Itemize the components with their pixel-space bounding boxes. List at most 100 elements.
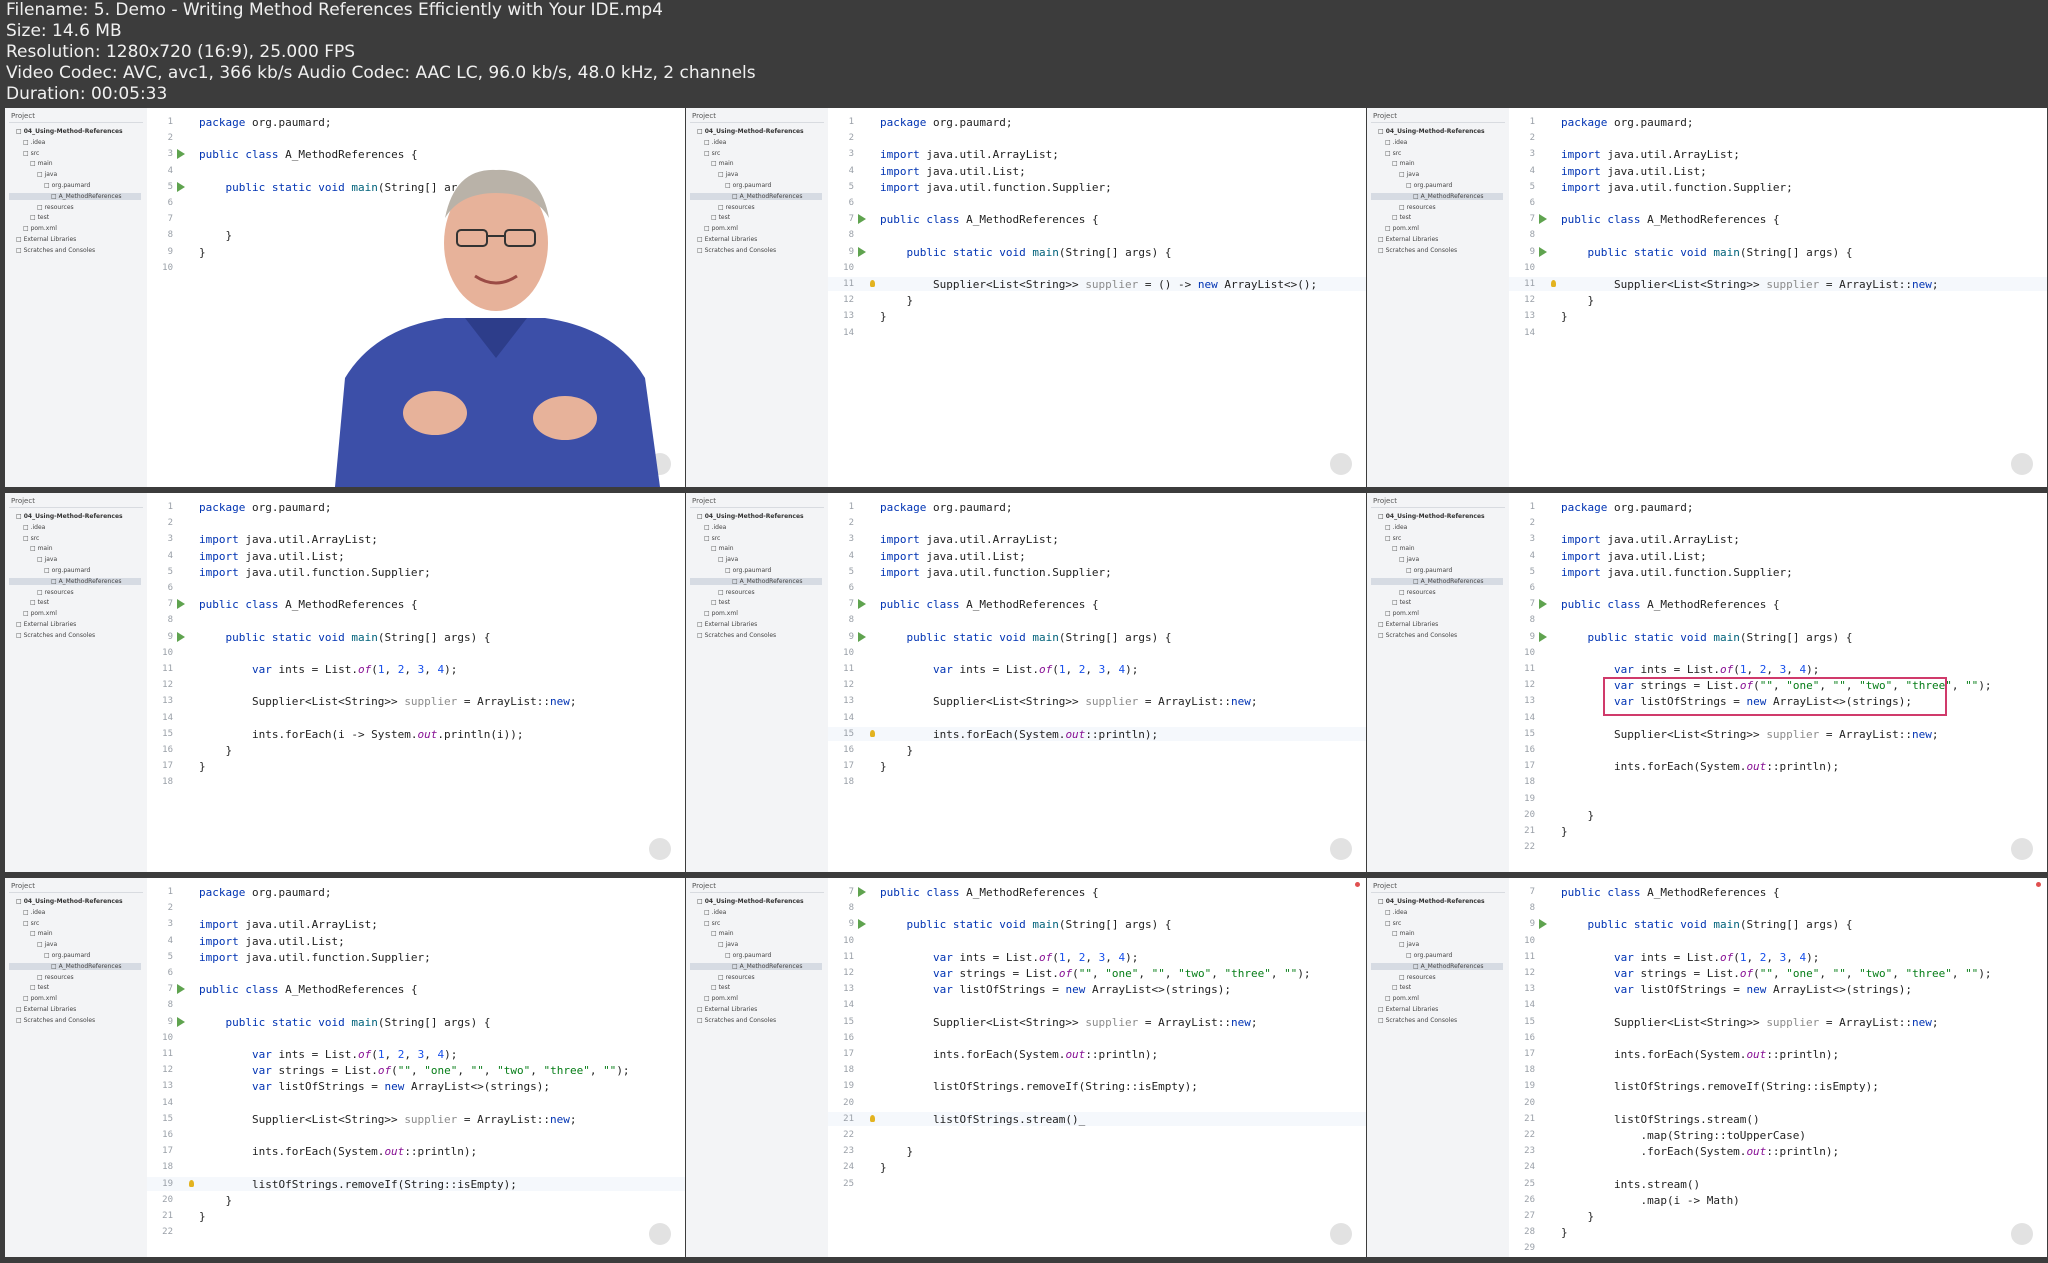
sidebar-tree-item[interactable]: □ .idea xyxy=(23,524,45,531)
sidebar-tree-item[interactable]: □ A_MethodReferences xyxy=(9,577,141,585)
run-gutter-icon[interactable] xyxy=(177,1016,185,1027)
run-gutter-icon[interactable] xyxy=(177,631,185,642)
sidebar-tree-item[interactable]: □ A_MethodReferences xyxy=(9,192,141,200)
run-gutter-icon[interactable] xyxy=(177,984,185,995)
sidebar-tree-item[interactable]: □ main xyxy=(1392,930,1415,937)
sidebar-tree-item[interactable]: □ src xyxy=(704,535,720,542)
sidebar-tree-item[interactable]: □ org.paumard xyxy=(725,182,771,189)
sidebar-tree-item[interactable]: □ src xyxy=(704,920,720,927)
sidebar-tree-item[interactable]: □ .idea xyxy=(23,909,45,916)
run-gutter-icon[interactable] xyxy=(858,214,866,225)
run-gutter-icon[interactable] xyxy=(1539,214,1547,225)
intention-bulb-icon[interactable] xyxy=(870,729,875,737)
sidebar-tree-item[interactable]: □ A_MethodReferences xyxy=(690,577,822,585)
sidebar-tree-item[interactable]: □ src xyxy=(23,535,39,542)
sidebar-tree-item[interactable]: □ test xyxy=(711,214,730,221)
run-gutter-icon[interactable] xyxy=(177,599,185,610)
sidebar-tree-item[interactable]: □ .idea xyxy=(704,909,726,916)
run-gutter-icon[interactable] xyxy=(858,887,866,897)
sidebar-tree-item[interactable]: □ src xyxy=(704,150,720,157)
sidebar-tree-item[interactable]: □ org.paumard xyxy=(1406,182,1452,189)
run-gutter-icon[interactable] xyxy=(1539,599,1547,610)
sidebar-tree-item[interactable]: □ 04_Using-Method-References xyxy=(697,128,804,135)
sidebar-tree-item[interactable]: □ src xyxy=(1385,535,1401,542)
intention-bulb-icon[interactable] xyxy=(870,1114,875,1122)
sidebar-tree-item[interactable]: □ 04_Using-Method-References xyxy=(697,513,804,520)
sidebar-tree-item[interactable]: □ External Libraries xyxy=(697,621,757,628)
run-gutter-icon[interactable] xyxy=(177,149,185,160)
sidebar-tree-item[interactable]: □ java xyxy=(37,171,57,178)
sidebar-tree-item[interactable]: □ A_MethodReferences xyxy=(1371,577,1503,585)
code-editor[interactable]: 1 package org.paumard; 2 3 import java.util.… xyxy=(147,878,685,1257)
sidebar-tree-item[interactable]: □ External Libraries xyxy=(16,236,76,243)
sidebar-tree-item[interactable]: □ test xyxy=(30,214,49,221)
sidebar-tree-item[interactable]: □ src xyxy=(23,920,39,927)
sidebar-tree-item[interactable]: □ 04_Using-Method-References xyxy=(1378,513,1485,520)
sidebar-tree-item[interactable]: □ External Libraries xyxy=(1378,1006,1438,1013)
sidebar-tree-item[interactable]: □ .idea xyxy=(1385,909,1407,916)
sidebar-tree-item[interactable]: □ External Libraries xyxy=(697,236,757,243)
sidebar-tree-item[interactable]: □ resources xyxy=(37,974,74,981)
code-editor[interactable]: 7 public class A_MethodReferences {8 9 pub… xyxy=(1509,878,2047,1257)
sidebar-tree-item[interactable]: □ A_MethodReferences xyxy=(9,962,141,970)
sidebar-tree-item[interactable]: □ External Libraries xyxy=(697,1006,757,1013)
sidebar-tree-item[interactable]: □ resources xyxy=(1399,204,1436,211)
sidebar-tree-item[interactable]: □ test xyxy=(1392,984,1411,991)
sidebar-tree-item[interactable]: □ java xyxy=(1399,941,1419,948)
sidebar-tree-item[interactable]: □ .idea xyxy=(23,139,45,146)
sidebar-tree-item[interactable]: □ main xyxy=(1392,160,1415,167)
sidebar-tree-item[interactable]: □ pom.xml xyxy=(704,225,738,232)
run-gutter-icon[interactable] xyxy=(858,919,866,930)
sidebar-tree-item[interactable]: □ java xyxy=(718,171,738,178)
run-gutter-icon[interactable] xyxy=(1539,919,1547,930)
sidebar-tree-item[interactable]: □ resources xyxy=(37,589,74,596)
code-editor[interactable]: 1 package org.paumard; 2 3 import java.util.… xyxy=(1509,108,2047,487)
sidebar-tree-item[interactable]: □ resources xyxy=(718,974,755,981)
sidebar-tree-item[interactable]: □ pom.xml xyxy=(1385,610,1419,617)
sidebar-tree-item[interactable]: □ resources xyxy=(1399,589,1436,596)
sidebar-tree-item[interactable]: □ Scratches and Consoles xyxy=(697,247,776,254)
sidebar-tree-item[interactable]: □ 04_Using-Method-References xyxy=(16,898,123,905)
sidebar-tree-item[interactable]: □ External Libraries xyxy=(16,1006,76,1013)
sidebar-tree-item[interactable]: □ main xyxy=(711,545,734,552)
sidebar-tree-item[interactable]: □ org.paumard xyxy=(44,567,90,574)
sidebar-tree-item[interactable]: □ java xyxy=(1399,171,1419,178)
sidebar-tree-item[interactable]: □ main xyxy=(711,930,734,937)
sidebar-tree-item[interactable]: □ java xyxy=(1399,556,1419,563)
sidebar-tree-item[interactable]: □ java xyxy=(37,941,57,948)
run-gutter-icon[interactable] xyxy=(858,631,866,642)
sidebar-tree-item[interactable]: □ Scratches and Consoles xyxy=(16,1017,95,1024)
intention-bulb-icon[interactable] xyxy=(870,280,875,287)
sidebar-tree-item[interactable]: □ test xyxy=(711,984,730,991)
sidebar-tree-item[interactable]: □ A_MethodReferences xyxy=(1371,962,1503,970)
sidebar-tree-item[interactable]: □ pom.xml xyxy=(704,995,738,1002)
sidebar-tree-item[interactable]: □ java xyxy=(718,941,738,948)
sidebar-tree-item[interactable]: □ pom.xml xyxy=(704,610,738,617)
sidebar-tree-item[interactable]: □ org.paumard xyxy=(1406,952,1452,959)
run-gutter-icon[interactable] xyxy=(1539,631,1547,642)
sidebar-tree-item[interactable]: □ org.paumard xyxy=(44,182,90,189)
sidebar-tree-item[interactable]: □ .idea xyxy=(704,139,726,146)
sidebar-tree-item[interactable]: □ resources xyxy=(37,204,74,211)
sidebar-tree-item[interactable]: □ main xyxy=(711,160,734,167)
sidebar-tree-item[interactable]: □ src xyxy=(1385,150,1401,157)
sidebar-tree-item[interactable]: □ org.paumard xyxy=(725,567,771,574)
sidebar-tree-item[interactable]: □ 04_Using-Method-References xyxy=(1378,128,1485,135)
sidebar-tree-item[interactable]: □ test xyxy=(30,984,49,991)
sidebar-tree-item[interactable]: □ main xyxy=(30,545,53,552)
sidebar-tree-item[interactable]: □ pom.xml xyxy=(23,225,57,232)
sidebar-tree-item[interactable]: □ 04_Using-Method-References xyxy=(697,898,804,905)
intention-bulb-icon[interactable] xyxy=(189,1179,194,1187)
sidebar-tree-item[interactable]: □ org.paumard xyxy=(44,952,90,959)
sidebar-tree-item[interactable]: □ Scratches and Consoles xyxy=(697,1017,776,1024)
sidebar-tree-item[interactable]: □ Scratches and Consoles xyxy=(1378,1017,1457,1024)
sidebar-tree-item[interactable]: □ A_MethodReferences xyxy=(1371,192,1503,200)
sidebar-tree-item[interactable]: □ org.paumard xyxy=(1406,567,1452,574)
sidebar-tree-item[interactable]: □ Scratches and Consoles xyxy=(1378,632,1457,639)
sidebar-tree-item[interactable]: □ pom.xml xyxy=(23,995,57,1002)
sidebar-tree-item[interactable]: □ 04_Using-Method-References xyxy=(16,128,123,135)
code-editor[interactable]: 1 package org.paumard; 2 3 import java.util.… xyxy=(1509,493,2047,872)
sidebar-tree-item[interactable]: □ main xyxy=(30,160,53,167)
sidebar-tree-item[interactable]: □ java xyxy=(718,556,738,563)
sidebar-tree-item[interactable]: □ pom.xml xyxy=(1385,995,1419,1002)
